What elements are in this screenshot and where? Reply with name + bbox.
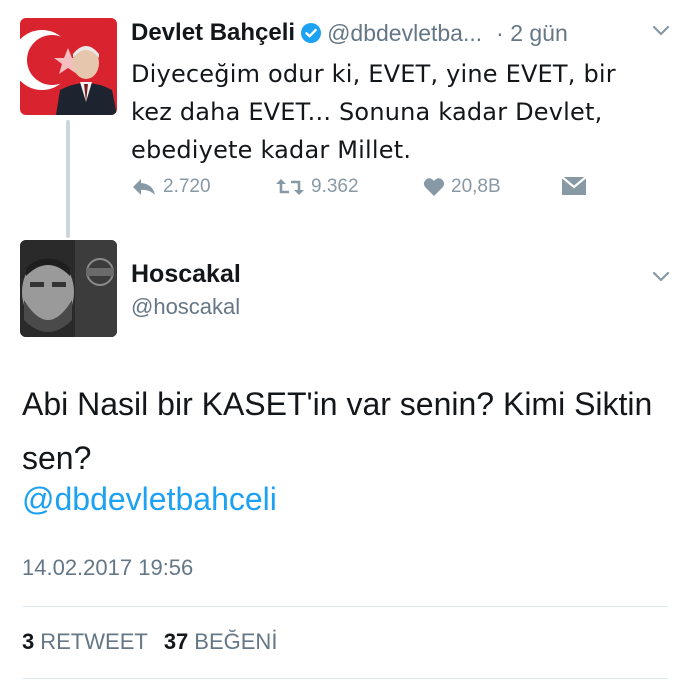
avatar-hoscakal[interactable] — [20, 240, 117, 337]
retweet-button[interactable]: 9.362 — [275, 176, 359, 198]
like-button[interactable]: 20,8B — [423, 176, 501, 198]
divider — [22, 606, 668, 607]
retweet-icon — [276, 179, 304, 195]
reply-button[interactable]: 2.720 — [131, 176, 211, 198]
avatar-image — [20, 18, 117, 115]
reply-author-name[interactable]: Hoscakal — [131, 260, 241, 289]
parent-tweet-text: Diyeceğim odur ki, EVET, yine EVET, bir … — [131, 60, 616, 164]
like-count: 20,8B — [451, 176, 501, 197]
divider — [22, 678, 668, 679]
avatar-devlet-bahceli[interactable] — [20, 18, 117, 115]
reply-tweet-text: Abi Nasil bir KASET'in var senin? Kimi S… — [22, 386, 653, 476]
envelope-icon — [561, 176, 587, 195]
like-total[interactable]: 37 — [164, 629, 188, 655]
retweet-label[interactable]: RETWEET — [40, 629, 148, 655]
chevron-down-icon[interactable] — [652, 270, 670, 284]
author-handle[interactable]: @dbdevletba... — [327, 20, 482, 47]
direct-message-button[interactable] — [561, 176, 593, 196]
verified-badge-icon — [301, 23, 322, 43]
tweet-time[interactable]: · 2 gün — [496, 20, 568, 47]
parent-tweet-header: Devlet Bahçeli @dbdevletba... · 2 gün — [131, 18, 568, 48]
mention-link[interactable]: @dbdevletbahceli — [22, 481, 277, 518]
chevron-down-icon[interactable] — [652, 24, 670, 38]
thread-connector-line — [66, 120, 70, 238]
like-label[interactable]: BEĞENİ — [194, 629, 277, 655]
parent-tweet-actions: 2.720 9.362 20,8B — [131, 176, 601, 204]
retweet-count: 9.362 — [311, 176, 359, 197]
reply-author-handle[interactable]: @hoscakal — [131, 294, 240, 320]
reply-timestamp: 14.02.2017 19:56 — [22, 555, 194, 580]
reply-icon — [133, 179, 155, 195]
reply-stats: 3 RETWEET 37 BEĞENİ — [22, 629, 277, 655]
retweet-total[interactable]: 3 — [22, 629, 34, 655]
heart-icon — [423, 178, 445, 196]
author-name[interactable]: Devlet Bahçeli — [131, 19, 295, 47]
reply-count: 2.720 — [163, 176, 211, 197]
avatar-image — [20, 240, 117, 337]
